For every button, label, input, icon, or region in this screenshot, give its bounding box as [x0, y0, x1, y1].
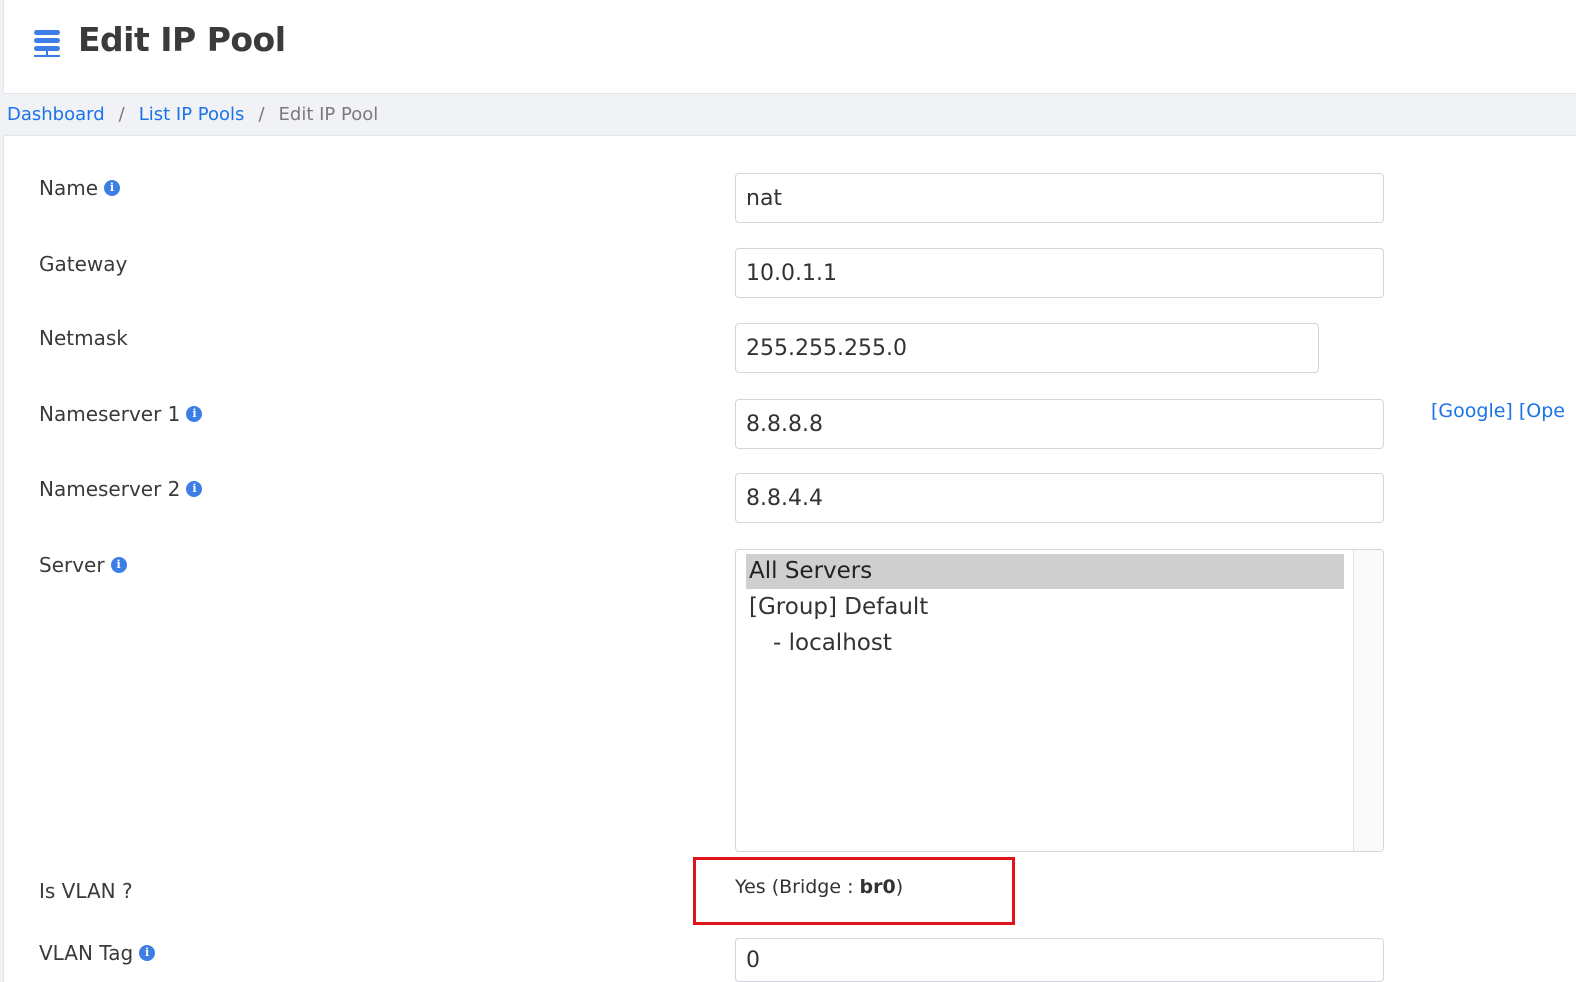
netmask-input[interactable]: [735, 323, 1319, 373]
vlan-tag-label-text: VLAN Tag: [39, 941, 134, 965]
server-option-group-default[interactable]: [Group] Default: [749, 590, 928, 625]
vlan-tag-label: VLAN Tag i: [39, 941, 156, 965]
breadcrumb-separator: /: [118, 103, 125, 125]
breadcrumb-dashboard[interactable]: Dashboard: [7, 104, 105, 125]
gateway-label-text: Gateway: [39, 252, 128, 276]
info-icon[interactable]: i: [186, 406, 203, 422]
server-label: Server i: [39, 553, 127, 577]
breadcrumb: Dashboard / List IP Pools / Edit IP Pool: [7, 101, 378, 127]
server-list-icon: [32, 28, 64, 60]
info-icon[interactable]: i: [139, 945, 156, 961]
gateway-label: Gateway: [39, 252, 127, 276]
breadcrumb-list-ip-pools[interactable]: List IP Pools: [139, 104, 245, 125]
nameserver2-input[interactable]: [735, 473, 1384, 523]
info-icon[interactable]: i: [104, 180, 121, 196]
breadcrumb-separator: /: [258, 103, 265, 125]
nameserver2-label-text: Nameserver 2: [39, 477, 181, 501]
nameserver2-label: Nameserver 2 i: [39, 477, 203, 501]
server-option-localhost[interactable]: - localhost: [773, 626, 892, 661]
nameserver1-label-text: Nameserver 1: [39, 402, 181, 426]
vlan-tag-input[interactable]: [735, 938, 1384, 982]
nameserver1-input[interactable]: [735, 399, 1384, 449]
server-label-text: Server: [39, 553, 105, 577]
breadcrumb-current: Edit IP Pool: [278, 103, 379, 125]
netmask-label: Netmask: [39, 326, 128, 350]
name-label-text: Name: [39, 176, 99, 200]
page-header: Edit IP Pool: [3, 0, 1576, 94]
info-icon[interactable]: i: [110, 557, 127, 573]
nameserver1-label: Nameserver 1 i: [39, 402, 203, 426]
server-multiselect[interactable]: All Servers [Group] Default - localhost: [735, 549, 1384, 852]
is-vlan-value: Yes (Bridge : br0): [735, 876, 903, 898]
bridge-name: br0: [859, 876, 896, 898]
name-label: Name i: [39, 176, 121, 200]
is-vlan-prefix: Yes (Bridge :: [735, 876, 860, 898]
netmask-label-text: Netmask: [39, 326, 128, 350]
info-icon[interactable]: i: [186, 481, 203, 497]
gateway-input[interactable]: [735, 248, 1384, 298]
scrollbar[interactable]: [1353, 550, 1383, 851]
nameserver-preset-links[interactable]: [Google] [Ope: [1431, 400, 1565, 422]
server-option-all[interactable]: All Servers: [746, 554, 1344, 589]
is-vlan-label-text: Is VLAN ?: [39, 879, 133, 903]
is-vlan-suffix: ): [895, 876, 904, 898]
is-vlan-label: Is VLAN ?: [39, 879, 133, 903]
name-input[interactable]: [735, 173, 1384, 223]
page-title: Edit IP Pool: [78, 20, 286, 59]
